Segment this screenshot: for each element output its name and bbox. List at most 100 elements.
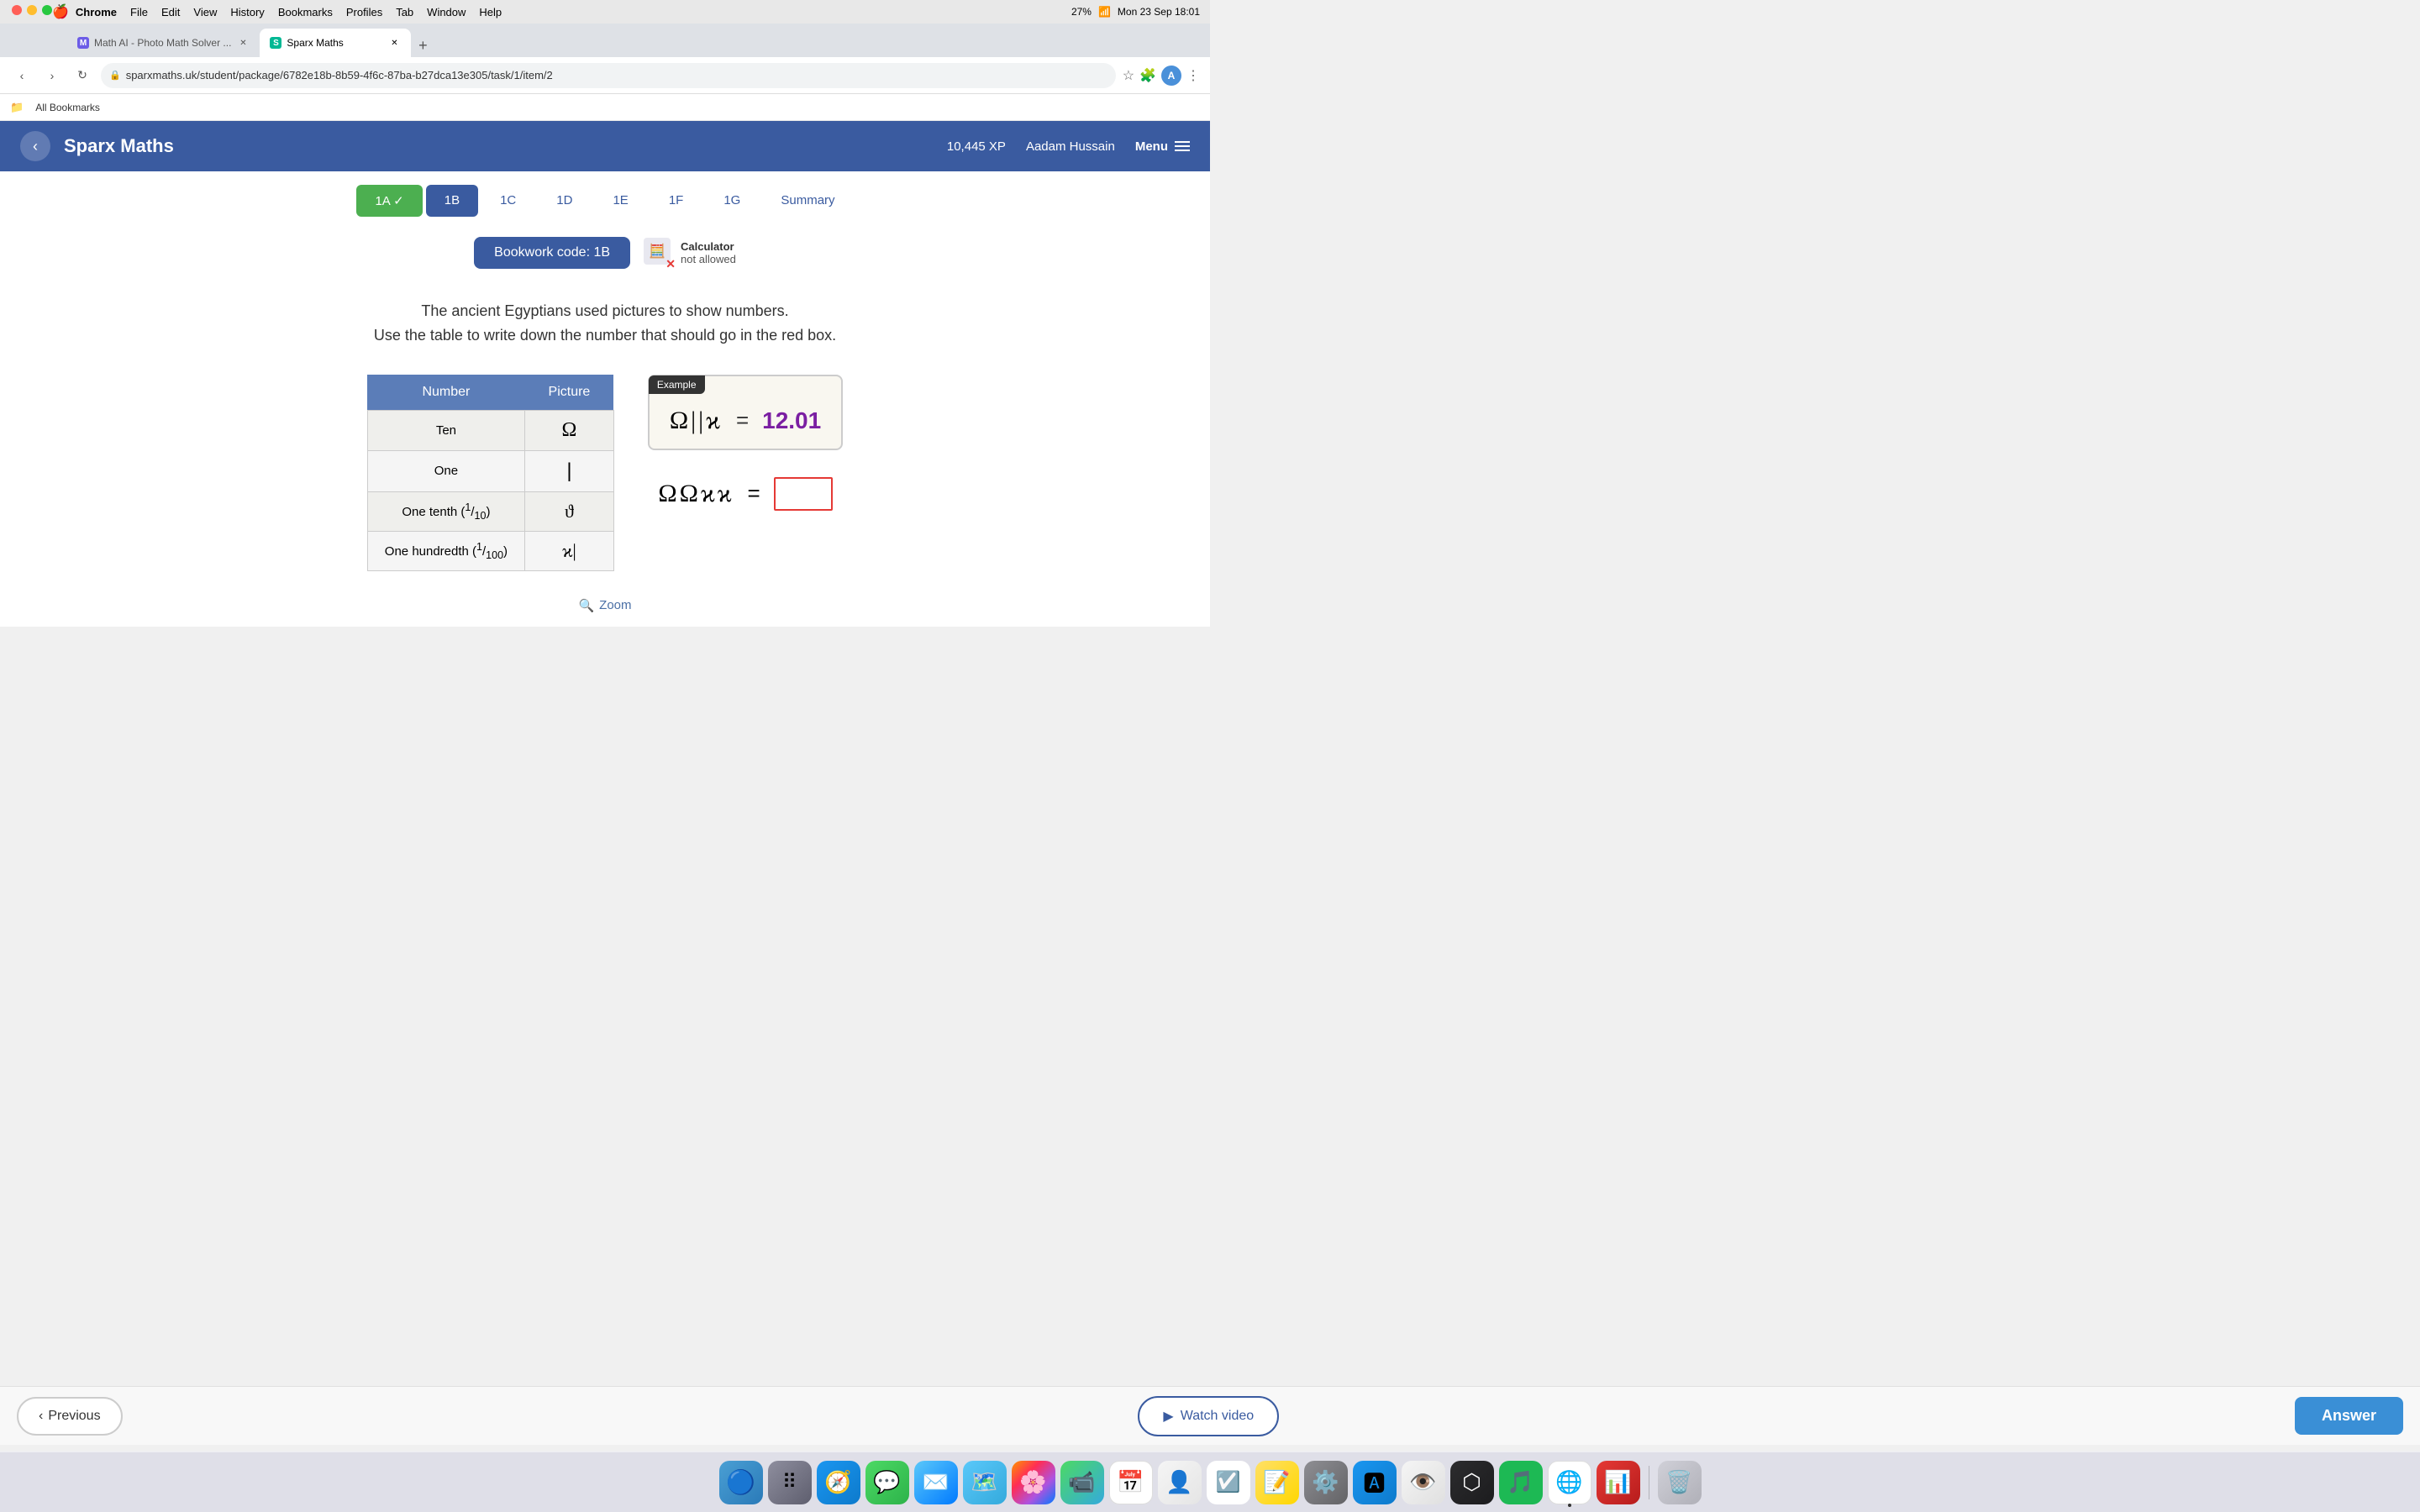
dock-safari[interactable]: 🧭 [817,1461,860,1504]
tab-sparx-title: Sparx Maths [287,37,382,49]
dock-calendar[interactable]: 📅 [1109,1461,1153,1504]
tab-1C[interactable]: 1C [481,185,534,217]
dock-mail[interactable]: ✉️ [914,1461,958,1504]
tab-1E-label: 1E [613,193,628,207]
dock-spotify[interactable]: 🎵 [1499,1461,1543,1504]
zoom-label: Zoom [599,598,631,612]
all-bookmarks[interactable]: All Bookmarks [30,100,105,115]
tab-1D[interactable]: 1D [538,185,591,217]
dock-maps[interactable]: 🗺️ [963,1461,1007,1504]
url-text: sparxmaths.uk/student/package/6782e18b-8… [126,69,1107,81]
tab-sparx[interactable]: S Sparx Maths ✕ [260,29,411,57]
edit-menu[interactable]: Edit [161,6,180,18]
answer-button[interactable]: Answer [2295,1397,2403,1435]
dock-reminders[interactable]: ☑️ [1207,1461,1250,1504]
contacts-icon: 👤 [1165,1469,1192,1495]
dock-plasticity[interactable]: ⬡ [1450,1461,1494,1504]
new-tab-button[interactable]: + [411,34,434,57]
extensions-icon[interactable]: 🧩 [1139,67,1156,84]
answer-input-box[interactable] [774,477,833,511]
calculator-status: not allowed [681,253,736,265]
dock-facetime[interactable]: 📹 [1060,1461,1104,1504]
close-button[interactable] [12,5,22,15]
chrome-icon: 🌐 [1555,1469,1582,1495]
traffic-lights[interactable] [12,5,52,15]
menu-label: Menu [1135,139,1168,154]
question-symbols: ΩΩϰϰ [658,480,734,508]
bookmark-bar: 📁 All Bookmarks [0,94,1210,121]
preview-icon: 👁️ [1409,1469,1436,1495]
sparx-back-button[interactable]: ‹ [20,131,50,161]
example-equation: Ω||ϰ = 12.01 [670,390,821,435]
tab-1G[interactable]: 1G [705,185,759,217]
task-tabs: 1A ✓ 1B 1C 1D 1E 1F 1G Summary [0,171,1210,223]
dock-preview[interactable]: 👁️ [1402,1461,1445,1504]
dock-finder[interactable]: 🔵 [719,1461,763,1504]
table-cell-ten-symbol: Ω [525,410,614,450]
egyptian-numbers-table: Number Picture Ten Ω One | [367,375,614,571]
tab-math-ai[interactable]: M Math AI - Photo Math Solver ... ✕ [67,29,260,57]
dock-trash[interactable]: 🗑️ [1658,1461,1702,1504]
example-box: Example Ω||ϰ = 12.01 [648,375,843,450]
url-bar[interactable]: 🔒 sparxmaths.uk/student/package/6782e18b… [101,63,1116,88]
tenth-symbol: ϑ [565,501,574,522]
sparx-menu-button[interactable]: Menu [1135,139,1190,154]
chrome-menu-icon[interactable]: ⋮ [1186,67,1200,84]
tab-math-ai-title: Math AI - Photo Math Solver ... [94,37,231,49]
zoom-button[interactable]: 🔍 Zoom [578,598,631,613]
lock-icon: 🔒 [109,70,121,81]
refresh-button[interactable]: ↻ [71,64,94,87]
example-label: Example [649,375,705,394]
tab-1F[interactable]: 1F [650,185,702,217]
question-line1: The ancient Egyptians used pictures to s… [20,299,1190,323]
sparx-header-right: 10,445 XP Aadam Hussain Menu [947,139,1190,154]
tab-sparx-close[interactable]: ✕ [387,36,401,50]
calculator-box: 🧮 ✕ Calculator not allowed [644,238,736,268]
profiles-menu[interactable]: Profiles [346,6,382,18]
dock-photos[interactable]: 🌸 [1012,1461,1055,1504]
watch-video-button[interactable]: ▶ Watch video [1138,1396,1279,1436]
dock-settings[interactable]: ⚙️ [1304,1461,1348,1504]
tab-1F-label: 1F [669,193,684,207]
window-menu[interactable]: Window [427,6,466,18]
play-icon: ▶ [1163,1408,1173,1425]
bookmarks-menu[interactable]: Bookmarks [278,6,333,18]
apple-menu[interactable]: 🍎 [52,3,69,20]
dock-app-store[interactable]: 🅰 [1353,1461,1397,1504]
table-row-ten: Ten Ω [367,410,613,450]
dock-contacts[interactable]: 👤 [1158,1461,1202,1504]
dock-messages[interactable]: 💬 [865,1461,909,1504]
dock-keewordz[interactable]: 📊 [1597,1461,1640,1504]
tab-math-ai-close[interactable]: ✕ [236,36,250,50]
tab-summary[interactable]: Summary [762,185,853,217]
sparx-username: Aadam Hussain [1026,139,1115,154]
table-header-number: Number [367,375,524,411]
view-menu[interactable]: View [193,6,217,18]
sparx-xp: 10,445 XP [947,139,1006,154]
zoom-icon: 🔍 [578,598,594,613]
dock-launchpad[interactable]: ⠿ [768,1461,812,1504]
tab-1A[interactable]: 1A ✓ [356,185,422,217]
back-button[interactable]: ‹ [10,64,34,87]
tab-menu[interactable]: Tab [396,6,413,18]
previous-button[interactable]: ‹ Previous [17,1397,123,1436]
app-name-menu[interactable]: Chrome [76,6,117,18]
table-cell-tenth-label: One tenth (1/10) [367,491,524,531]
help-menu[interactable]: Help [479,6,502,18]
dock-chrome[interactable]: 🌐 [1548,1461,1591,1504]
profile-icon[interactable]: A [1161,66,1181,86]
tab-1B[interactable]: 1B [426,185,478,217]
table-cell-hundredth-label: One hundredth (1/100) [367,531,524,570]
example-result: 12.01 [762,407,821,434]
fullscreen-button[interactable] [42,5,52,15]
dock-notes[interactable]: 📝 [1255,1461,1299,1504]
history-menu[interactable]: History [230,6,264,18]
launchpad-icon: ⠿ [782,1470,797,1494]
minimize-button[interactable] [27,5,37,15]
tab-1E[interactable]: 1E [594,185,646,217]
forward-button[interactable]: › [40,64,64,87]
star-icon[interactable]: ☆ [1123,67,1134,84]
file-menu[interactable]: File [130,6,148,18]
sparx-logo-title: Sparx Maths [64,135,174,157]
calendar-icon: 📅 [1117,1469,1144,1495]
